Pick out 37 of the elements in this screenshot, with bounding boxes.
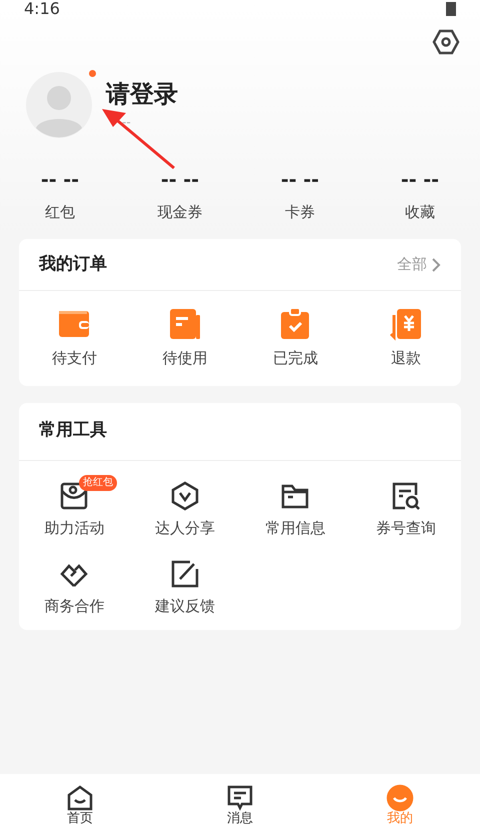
order-status-item[interactable]: 已完成 [240, 307, 350, 370]
login-prompt[interactable]: 请登录 [106, 79, 178, 109]
notebook-icon [168, 307, 202, 341]
promo-badge: 抢红包 [79, 474, 117, 490]
tool-item[interactable]: 建议反馈 [130, 553, 240, 618]
message-icon [226, 784, 254, 812]
stat-label[interactable]: 现金券 [158, 200, 202, 223]
section-title: 我的订单 [39, 252, 107, 276]
order-status-item[interactable]: 待支付 [19, 307, 130, 370]
stat-label[interactable]: 红包 [45, 200, 75, 223]
tool-item[interactable]: 券号查询 [350, 474, 461, 539]
nav-tab[interactable]: 首页 [0, 784, 160, 826]
stat-label[interactable]: 卡券 [285, 200, 315, 223]
settings-icon[interactable] [432, 28, 460, 56]
home-icon [66, 784, 94, 812]
battery-icon [446, 2, 456, 16]
yuan-receipt-icon [388, 307, 423, 341]
smile-icon [386, 784, 414, 812]
profile-subtitle: -- [122, 114, 132, 131]
receipt-search-icon [390, 480, 421, 510]
stat-value: -- -- [160, 168, 200, 193]
order-status-item[interactable]: 退款 [350, 307, 461, 370]
tool-item[interactable]: 商务合作 [19, 553, 130, 618]
stat-label[interactable]: 收藏 [405, 200, 435, 223]
edit-icon [170, 559, 200, 589]
nav-tab[interactable]: 消息 [160, 784, 320, 826]
stat-value: -- -- [40, 168, 80, 193]
tool-item[interactable]: 达人分享 [130, 474, 240, 539]
order-status-item[interactable]: 待使用 [130, 307, 240, 370]
chevron-right-icon [431, 258, 441, 272]
stat-value: -- -- [400, 168, 440, 193]
tool-item[interactable]: 抢红包 助力活动 [19, 474, 130, 539]
status-time: 4:16 [24, 1, 60, 17]
hexagon-check-icon [170, 480, 200, 510]
tool-item[interactable]: 常用信息 [240, 474, 350, 539]
section-title: 常用工具 [39, 419, 107, 442]
stat-value: -- -- [280, 168, 320, 193]
